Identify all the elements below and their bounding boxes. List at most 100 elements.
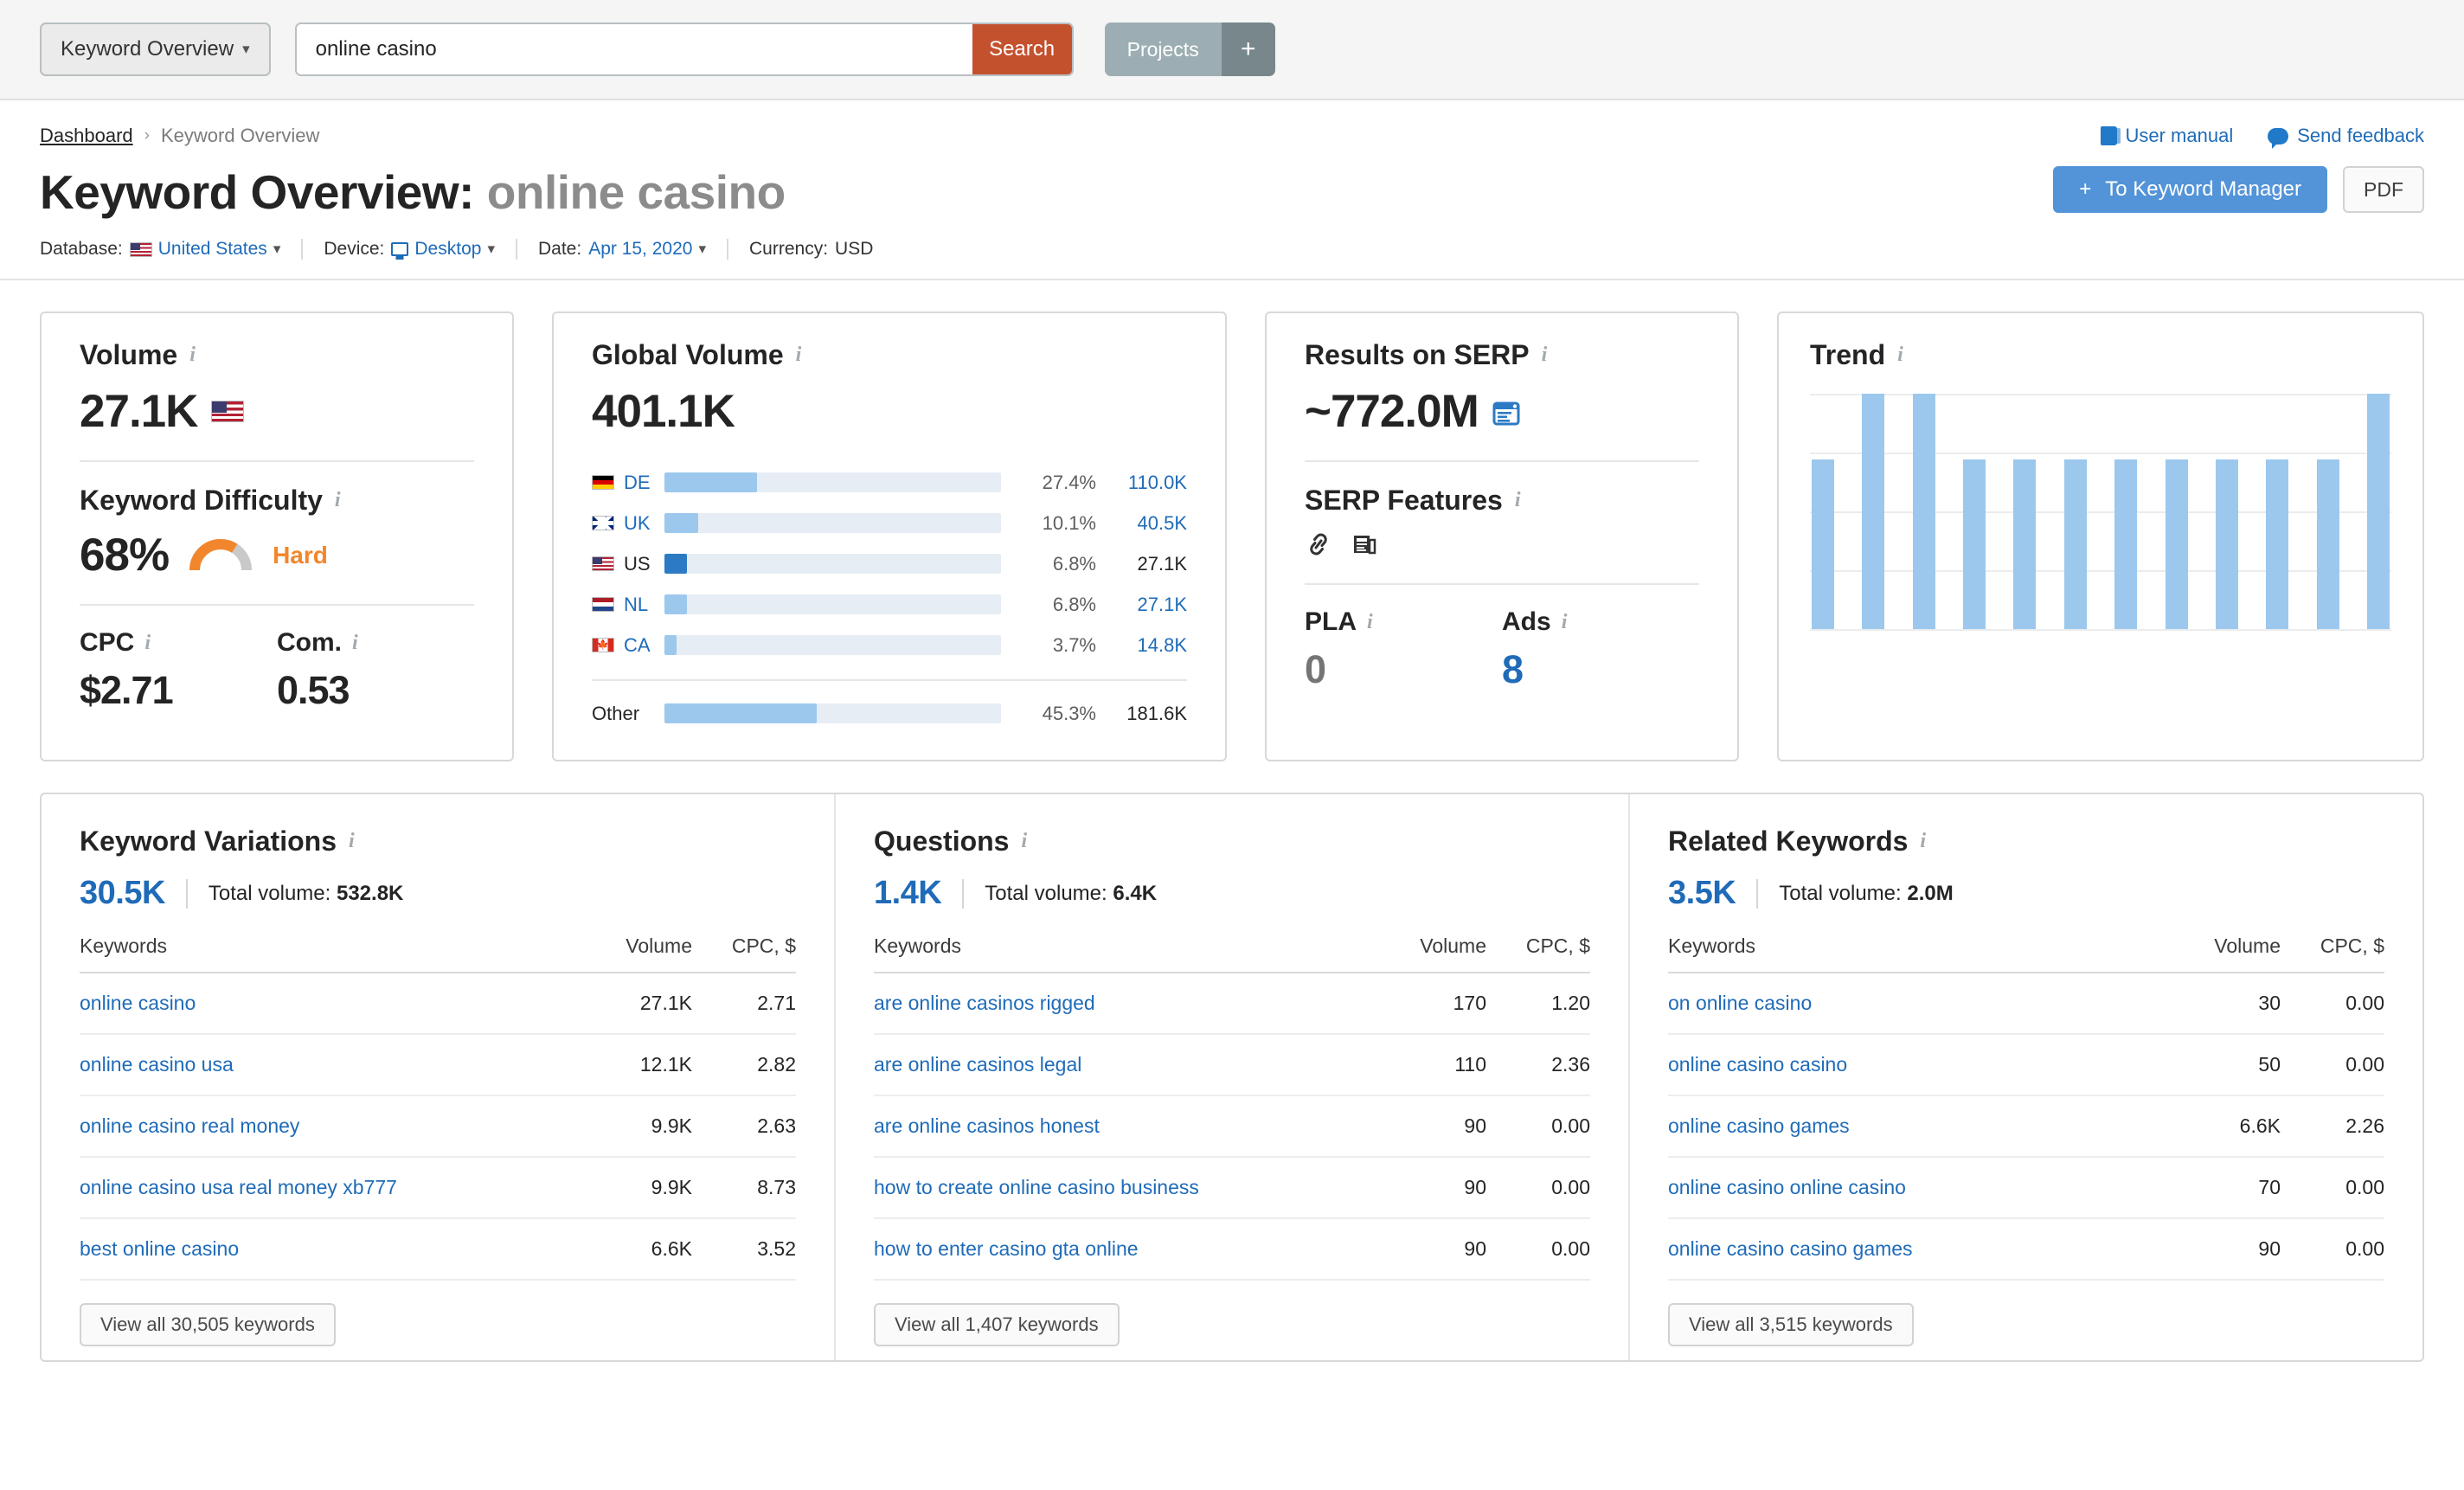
cpc-cell: 0.00 <box>2281 1034 2384 1096</box>
view-all-related-button[interactable]: View all 3,515 keywords <box>1668 1303 1914 1346</box>
view-all-questions-button[interactable]: View all 1,407 keywords <box>874 1303 1120 1346</box>
trend-bar[interactable] <box>2215 459 2238 629</box>
country-code: NL <box>624 593 649 615</box>
trend-bar[interactable] <box>2165 459 2188 629</box>
country-link-de[interactable]: DE <box>592 472 664 494</box>
country-code: US <box>624 552 651 575</box>
keyword-link[interactable]: online casino <box>80 992 196 1014</box>
country-volume-value[interactable]: 14.8K <box>1096 634 1188 657</box>
related-keywords-count[interactable]: 3.5K <box>1668 875 1736 912</box>
country-link-nl[interactable]: NL <box>592 594 664 616</box>
keyword-link[interactable]: online casino usa <box>80 1053 234 1076</box>
info-icon[interactable]: i <box>1367 611 1373 634</box>
info-icon[interactable]: i <box>335 489 341 512</box>
keyword-link[interactable]: online casino casino <box>1668 1053 1847 1076</box>
info-icon[interactable]: i <box>144 632 151 655</box>
projects-button[interactable]: Projects <box>1104 22 1222 76</box>
keyword-cell: how to enter casino gta online <box>874 1218 1357 1281</box>
view-all-variations-button[interactable]: View all 30,505 keywords <box>80 1303 336 1346</box>
country-volume-row: UK 10.1% 40.5K <box>592 503 1187 543</box>
keyword-link[interactable]: online casino games <box>1668 1114 1850 1137</box>
trend-bar[interactable] <box>2366 394 2390 629</box>
export-pdf-button[interactable]: PDF <box>2343 166 2424 213</box>
column-header-keywords: Keywords <box>80 934 562 973</box>
global-volume-card: Global Volume i 401.1K DE 27.4% 110.0K UK 10… <box>552 311 1227 761</box>
table-row: best online casino 6.6K 3.52 <box>80 1218 796 1281</box>
info-icon[interactable]: i <box>1542 344 1548 367</box>
breadcrumb-dashboard[interactable]: Dashboard <box>40 125 133 147</box>
cpc-cell: 0.00 <box>2281 973 2384 1035</box>
trend-bar[interactable] <box>1812 459 1834 629</box>
keyword-link[interactable]: on online casino <box>1668 992 1812 1014</box>
keyword-link[interactable]: how to create online casino business <box>874 1176 1199 1198</box>
questions-header: Questions i <box>874 825 1590 857</box>
device-selector[interactable]: Desktop ▾ <box>391 239 495 260</box>
keyword-link[interactable]: online casino real money <box>80 1114 299 1137</box>
header-buttons: + To Keyword Manager PDF <box>2053 166 2424 213</box>
tool-select[interactable]: Keyword Overview ▾ <box>40 22 271 76</box>
keyword-link[interactable]: best online casino <box>80 1237 239 1260</box>
keyword-link[interactable]: are online casinos honest <box>874 1114 1100 1137</box>
country-link-ca[interactable]: CA <box>592 634 664 657</box>
keyword-difficulty-value: 68% <box>80 530 170 581</box>
trend-bar[interactable] <box>2316 459 2339 629</box>
add-project-button[interactable]: + <box>1221 22 1275 76</box>
keyword-variations-count[interactable]: 30.5K <box>80 875 165 912</box>
send-feedback-link[interactable]: Send feedback <box>2268 125 2424 149</box>
keyword-variations-header: Keyword Variations i <box>80 825 796 857</box>
total-volume-value: 532.8K <box>336 881 404 905</box>
table-row: online casino online casino 70 0.00 <box>1668 1157 2384 1219</box>
country-volume-bar-fill <box>664 594 688 614</box>
keyword-link[interactable]: online casino usa real money xb777 <box>80 1176 397 1198</box>
user-manual-link[interactable]: User manual <box>2100 125 2233 147</box>
link-icon[interactable] <box>1305 532 1332 561</box>
info-icon[interactable]: i <box>1897 344 1903 367</box>
country-volume-value[interactable]: 27.1K <box>1096 594 1188 616</box>
speech-bubble-icon <box>2268 127 2289 149</box>
info-icon[interactable]: i <box>1562 611 1568 634</box>
date-selector[interactable]: Apr 15, 2020 ▾ <box>588 239 706 260</box>
table-row: online casino real money 9.9K 2.63 <box>80 1095 796 1158</box>
ads-value[interactable]: 8 <box>1502 647 1699 692</box>
keyword-link[interactable]: how to enter casino gta online <box>874 1237 1139 1260</box>
trend-bar[interactable] <box>2013 459 2037 629</box>
info-icon[interactable]: i <box>349 830 355 853</box>
country-percent: 10.1% <box>1042 511 1096 534</box>
column-header-volume: Volume <box>2151 934 2281 973</box>
news-icon[interactable] <box>1351 532 1377 561</box>
questions-summary: 1.4K Total volume: 6.4K <box>874 875 1590 912</box>
info-icon[interactable]: i <box>1515 489 1521 512</box>
column-header-cpc: CPC, $ <box>2281 934 2384 973</box>
questions-table: Keywords Volume CPC, $ are online casinos r… <box>874 934 1590 1281</box>
info-icon[interactable]: i <box>796 344 802 367</box>
trend-bar[interactable] <box>2063 459 2087 629</box>
keyword-link[interactable]: online casino casino games <box>1668 1237 1913 1260</box>
serp-preview-icon[interactable] <box>1492 385 1522 438</box>
info-icon[interactable]: i <box>352 632 358 655</box>
search-button[interactable]: Search <box>972 24 1072 74</box>
ads-title: Ads <box>1502 607 1551 636</box>
page-header: Dashboard › Keyword Overview Keyword Ove… <box>0 100 2464 280</box>
trend-bar[interactable] <box>1963 459 1986 629</box>
keyword-link[interactable]: are online casinos legal <box>874 1053 1081 1076</box>
database-selector[interactable]: United States ▾ <box>129 239 280 260</box>
trend-bar[interactable] <box>1862 394 1885 629</box>
questions-title: Questions <box>874 825 1010 857</box>
info-icon[interactable]: i <box>1021 830 1027 853</box>
trend-bar[interactable] <box>2114 459 2138 629</box>
info-icon[interactable]: i <box>189 344 196 367</box>
country-volume-value[interactable]: 40.5K <box>1096 512 1188 535</box>
search-input[interactable] <box>296 24 972 74</box>
trend-bar[interactable] <box>1912 394 1935 629</box>
keyword-variations-total: Total volume: 532.8K <box>209 882 403 906</box>
country-link-uk[interactable]: UK <box>592 512 664 535</box>
chevron-down-icon: ▾ <box>698 241 706 257</box>
keyword-link[interactable]: are online casinos rigged <box>874 992 1095 1014</box>
country-volume-value[interactable]: 110.0K <box>1096 472 1187 494</box>
keyword-link[interactable]: online casino online casino <box>1668 1176 1906 1198</box>
trend-bar[interactable] <box>2266 459 2289 629</box>
to-keyword-manager-button[interactable]: + To Keyword Manager <box>2053 166 2327 213</box>
chevron-right-icon: › <box>144 126 150 145</box>
questions-count[interactable]: 1.4K <box>874 875 942 912</box>
info-icon[interactable]: i <box>1920 830 1926 853</box>
